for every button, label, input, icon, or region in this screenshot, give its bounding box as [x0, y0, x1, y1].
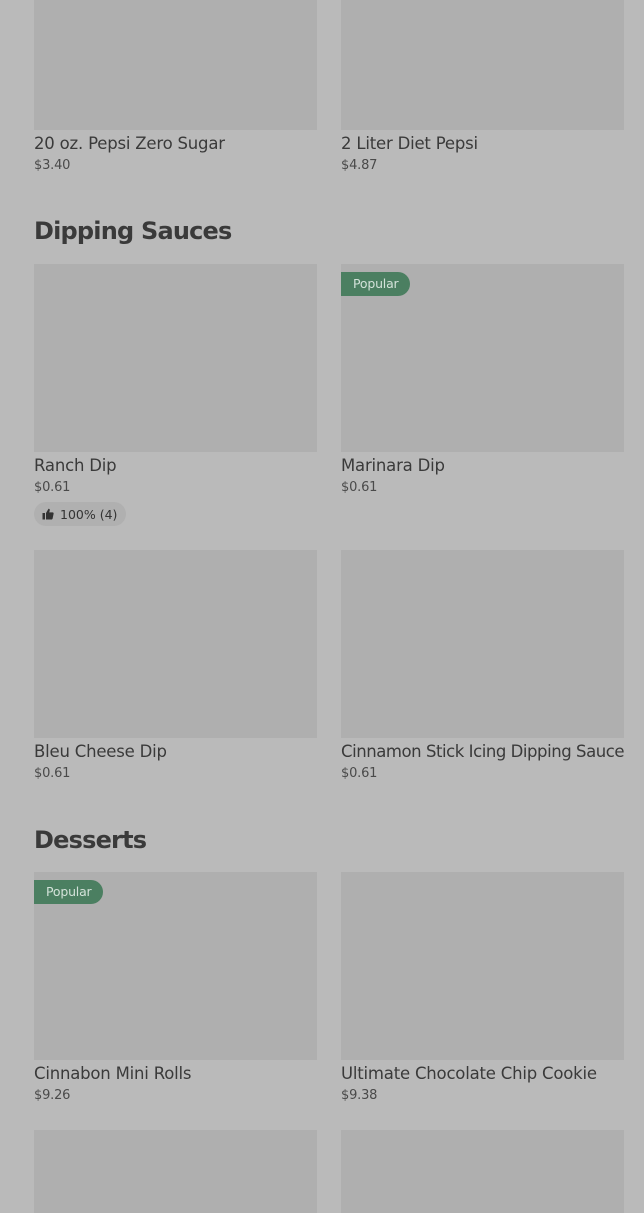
item-image-diet-pepsi[interactable]	[341, 0, 624, 130]
item-price: $0.61	[34, 766, 71, 781]
item-image-chocolate-chip-cookie[interactable]	[341, 872, 624, 1060]
popular-badge: Popular	[341, 272, 411, 296]
item-image-next[interactable]	[341, 1130, 624, 1213]
item-name[interactable]: 2 Liter Diet Pepsi	[341, 134, 478, 153]
item-image-cinnamon-icing[interactable]	[341, 550, 624, 738]
item-price: $0.61	[34, 480, 71, 495]
item-name[interactable]: Ultimate Chocolate Chip Cookie	[341, 1064, 597, 1083]
item-name[interactable]: 20 oz. Pepsi Zero Sugar	[34, 134, 225, 153]
item-image-bleu-cheese-dip[interactable]	[34, 550, 317, 738]
item-price: $3.40	[34, 158, 71, 173]
item-price: $4.87	[341, 158, 378, 173]
item-image-ranch-dip[interactable]	[34, 264, 317, 452]
item-price: $0.61	[341, 766, 378, 781]
section-title-dipping-sauces: Dipping Sauces	[34, 217, 232, 245]
thumbs-up-icon	[42, 508, 54, 520]
item-name[interactable]: Cinnabon Mini Rolls	[34, 1064, 191, 1083]
popular-badge: Popular	[34, 880, 104, 904]
rating-badge: 100% (4)	[34, 502, 127, 526]
rating-text: 100% (4)	[60, 506, 118, 522]
item-price: $9.38	[341, 1088, 378, 1103]
item-price: $9.26	[34, 1088, 71, 1103]
item-name[interactable]: Cinnamon Stick Icing Dipping Sauce	[341, 742, 625, 761]
item-name[interactable]: Bleu Cheese Dip	[34, 742, 167, 761]
item-image-pepsi-zero[interactable]	[34, 0, 317, 130]
item-name[interactable]: Ranch Dip	[34, 456, 117, 475]
item-name[interactable]: Marinara Dip	[341, 456, 445, 475]
section-title-desserts: Desserts	[34, 826, 147, 854]
item-price: $0.61	[341, 480, 378, 495]
item-image-next[interactable]	[34, 1130, 317, 1213]
